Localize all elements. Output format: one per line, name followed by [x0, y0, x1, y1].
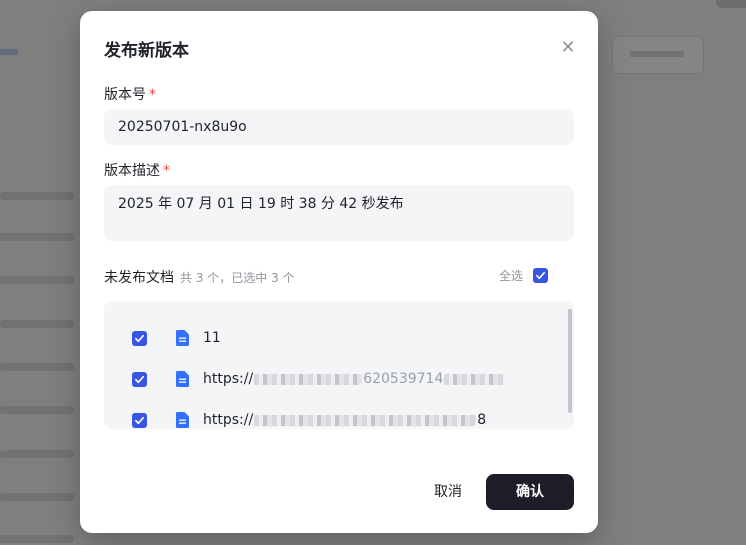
document-checkbox[interactable]: [132, 331, 147, 346]
version-label: 版本号: [104, 87, 146, 103]
publish-version-dialog: 发布新版本 ✕ 版本号* 版本描述* 2025 年 07 月 01 日 19 时…: [80, 11, 598, 533]
redacted-text: [254, 414, 477, 426]
dialog-title: 发布新版本: [104, 41, 189, 61]
document-icon: [176, 412, 189, 428]
desc-label-row: 版本描述 *: [104, 160, 170, 180]
list-scrollbar[interactable]: [568, 309, 572, 413]
list-item[interactable]: https://8: [104, 400, 564, 429]
document-name: https://620539714: [203, 371, 505, 387]
unpublished-docs-title: 未发布文档: [104, 270, 174, 286]
unpublished-docs-header: 未发布文档共 3 个，已选中 3 个: [104, 267, 295, 287]
select-all-label[interactable]: 全选: [499, 267, 523, 284]
list-item[interactable]: 11: [104, 318, 564, 359]
list-item[interactable]: https://620539714: [104, 359, 564, 400]
check-icon: [135, 334, 144, 343]
check-icon: [135, 375, 144, 384]
close-button[interactable]: ✕: [558, 36, 578, 58]
selection-summary: 共 3 个，已选中 3 个: [180, 271, 295, 285]
version-description-textarea[interactable]: 2025 年 07 月 01 日 19 时 38 分 42 秒发布: [104, 185, 574, 241]
desc-label: 版本描述: [104, 163, 160, 179]
redacted-text: [254, 373, 363, 385]
version-input[interactable]: [104, 109, 574, 145]
required-mark: *: [149, 87, 156, 103]
check-icon: [536, 271, 545, 280]
close-icon: ✕: [560, 36, 576, 58]
check-icon: [135, 416, 144, 425]
cancel-button[interactable]: 取消: [422, 474, 474, 510]
required-mark: *: [163, 163, 170, 179]
select-all-checkbox[interactable]: [533, 268, 548, 283]
confirm-button[interactable]: 确认: [486, 474, 574, 510]
document-list[interactable]: 11 https://620539714 https://8: [104, 301, 574, 429]
document-icon: [176, 371, 189, 387]
document-icon: [176, 330, 189, 346]
document-checkbox[interactable]: [132, 372, 147, 387]
version-label-row: 版本号 *: [104, 84, 156, 104]
redacted-text: [444, 373, 505, 385]
document-name: 11: [203, 330, 221, 346]
document-checkbox[interactable]: [132, 413, 147, 428]
document-name: https://8: [203, 412, 487, 428]
